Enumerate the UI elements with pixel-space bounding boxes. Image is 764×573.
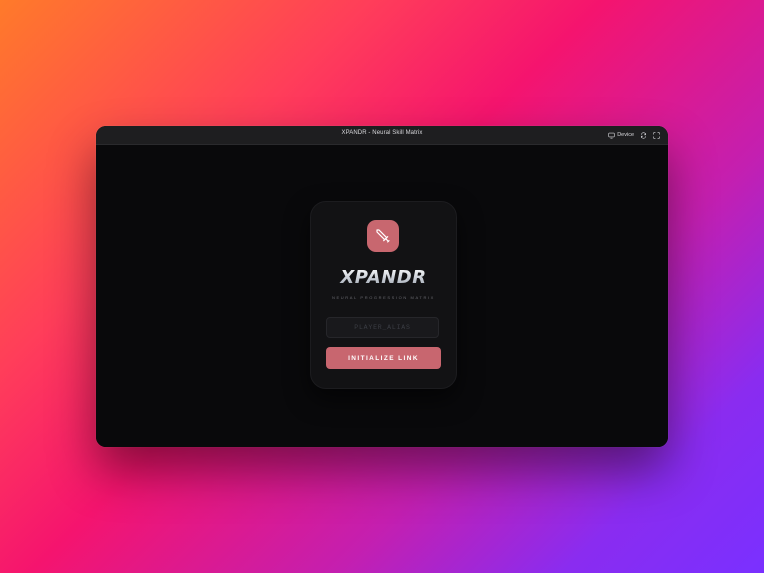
sword-icon (376, 229, 390, 243)
brand-subtitle: NEURAL PROGRESSION MATRIX (332, 295, 435, 300)
login-card: XPANDR NEURAL PROGRESSION MATRIX INITIAL… (310, 201, 457, 389)
rotate-icon[interactable] (640, 131, 647, 139)
expand-icon[interactable] (653, 131, 660, 139)
app-content: XPANDR NEURAL PROGRESSION MATRIX INITIAL… (96, 145, 668, 447)
title-bar: XPANDR - Neural Skill Matrix Device (96, 126, 668, 145)
initialize-link-button[interactable]: INITIALIZE LINK (326, 347, 441, 369)
device-button[interactable]: Device (608, 132, 634, 139)
player-alias-input[interactable] (326, 317, 439, 338)
window-title: XPANDR - Neural Skill Matrix (341, 130, 423, 136)
app-window: XPANDR - Neural Skill Matrix Device XPAN… (96, 126, 668, 447)
logo-badge (367, 220, 399, 252)
title-bar-controls: Device (608, 129, 660, 141)
device-icon (608, 132, 615, 138)
brand-title: XPANDR (311, 267, 456, 288)
device-label: Device (617, 132, 634, 138)
